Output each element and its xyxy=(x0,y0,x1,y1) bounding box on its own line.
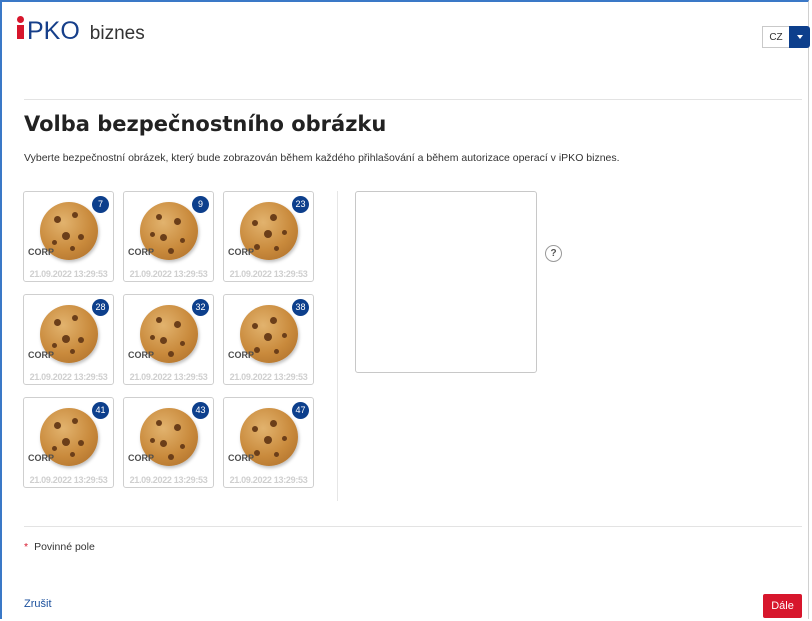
image-timestamp: 21.09.2022 13:29:53 xyxy=(229,372,308,382)
selected-image-preview xyxy=(355,191,537,373)
image-timestamp: 21.09.2022 13:29:53 xyxy=(29,269,108,279)
required-label: Povinné pole xyxy=(34,541,95,553)
image-number-badge: 38 xyxy=(292,299,309,316)
security-image-option[interactable]: 9 CORP 21.09.2022 13:29:53 xyxy=(123,191,214,282)
image-timestamp: 21.09.2022 13:29:53 xyxy=(129,475,208,485)
security-image-grid: 7 CORP 21.09.2022 13:29:53 9 CORP 21.09.2022 … xyxy=(23,191,317,488)
required-fields-note: * Povinné pole xyxy=(24,541,95,553)
help-icon[interactable]: ? xyxy=(545,245,562,262)
image-corp-label: CORP xyxy=(228,247,255,257)
security-image-option[interactable]: 28 CORP 21.09.2022 13:29:53 xyxy=(23,294,114,385)
image-corp-label: CORP xyxy=(28,453,55,463)
image-corp-label: CORP xyxy=(228,453,255,463)
logo-brand: PKO xyxy=(27,17,80,45)
security-image-option[interactable]: 32 CORP 21.09.2022 13:29:53 xyxy=(123,294,214,385)
logo-suffix: biznes xyxy=(89,23,145,44)
language-dropdown-button[interactable] xyxy=(789,26,810,48)
logo-i-mark xyxy=(17,16,24,39)
footer-divider xyxy=(24,526,802,527)
image-timestamp: 21.09.2022 13:29:53 xyxy=(29,372,108,382)
image-corp-label: CORP xyxy=(28,350,55,360)
security-image-option[interactable]: 23 CORP 21.09.2022 13:29:53 xyxy=(223,191,314,282)
image-timestamp: 21.09.2022 13:29:53 xyxy=(229,475,308,485)
language-selector[interactable]: CZ xyxy=(762,26,810,48)
image-corp-label: CORP xyxy=(128,247,155,257)
language-value[interactable]: CZ xyxy=(762,26,789,48)
image-timestamp: 21.09.2022 13:29:53 xyxy=(129,269,208,279)
cancel-link[interactable]: Zrušit xyxy=(24,598,52,610)
required-asterisk: * xyxy=(24,541,29,553)
security-image-option[interactable]: 7 CORP 21.09.2022 13:29:53 xyxy=(23,191,114,282)
page-title: Volba bezpečnostního obrázku xyxy=(24,112,387,136)
image-number-badge: 32 xyxy=(192,299,209,316)
image-timestamp: 21.09.2022 13:29:53 xyxy=(29,475,108,485)
header-divider xyxy=(24,99,802,100)
image-timestamp: 21.09.2022 13:29:53 xyxy=(229,269,308,279)
image-number-badge: 9 xyxy=(192,196,209,213)
page-description: Vyberte bezpečnostní obrázek, který bude… xyxy=(24,152,620,164)
security-image-option[interactable]: 41 CORP 21.09.2022 13:29:53 xyxy=(23,397,114,488)
image-corp-label: CORP xyxy=(128,453,155,463)
ipko-logo: PKO biznes xyxy=(17,16,145,46)
next-button[interactable]: Dále xyxy=(763,594,802,618)
image-corp-label: CORP xyxy=(228,350,255,360)
image-corp-label: CORP xyxy=(28,247,55,257)
image-number-badge: 28 xyxy=(92,299,109,316)
security-image-option[interactable]: 38 CORP 21.09.2022 13:29:53 xyxy=(223,294,314,385)
image-number-badge: 7 xyxy=(92,196,109,213)
image-corp-label: CORP xyxy=(128,350,155,360)
security-image-option[interactable]: 43 CORP 21.09.2022 13:29:53 xyxy=(123,397,214,488)
image-number-badge: 23 xyxy=(292,196,309,213)
image-timestamp: 21.09.2022 13:29:53 xyxy=(129,372,208,382)
security-image-option[interactable]: 47 CORP 21.09.2022 13:29:53 xyxy=(223,397,314,488)
image-number-badge: 43 xyxy=(192,402,209,419)
image-number-badge: 47 xyxy=(292,402,309,419)
caret-down-icon xyxy=(796,35,803,39)
image-number-badge: 41 xyxy=(92,402,109,419)
column-divider xyxy=(337,191,338,501)
